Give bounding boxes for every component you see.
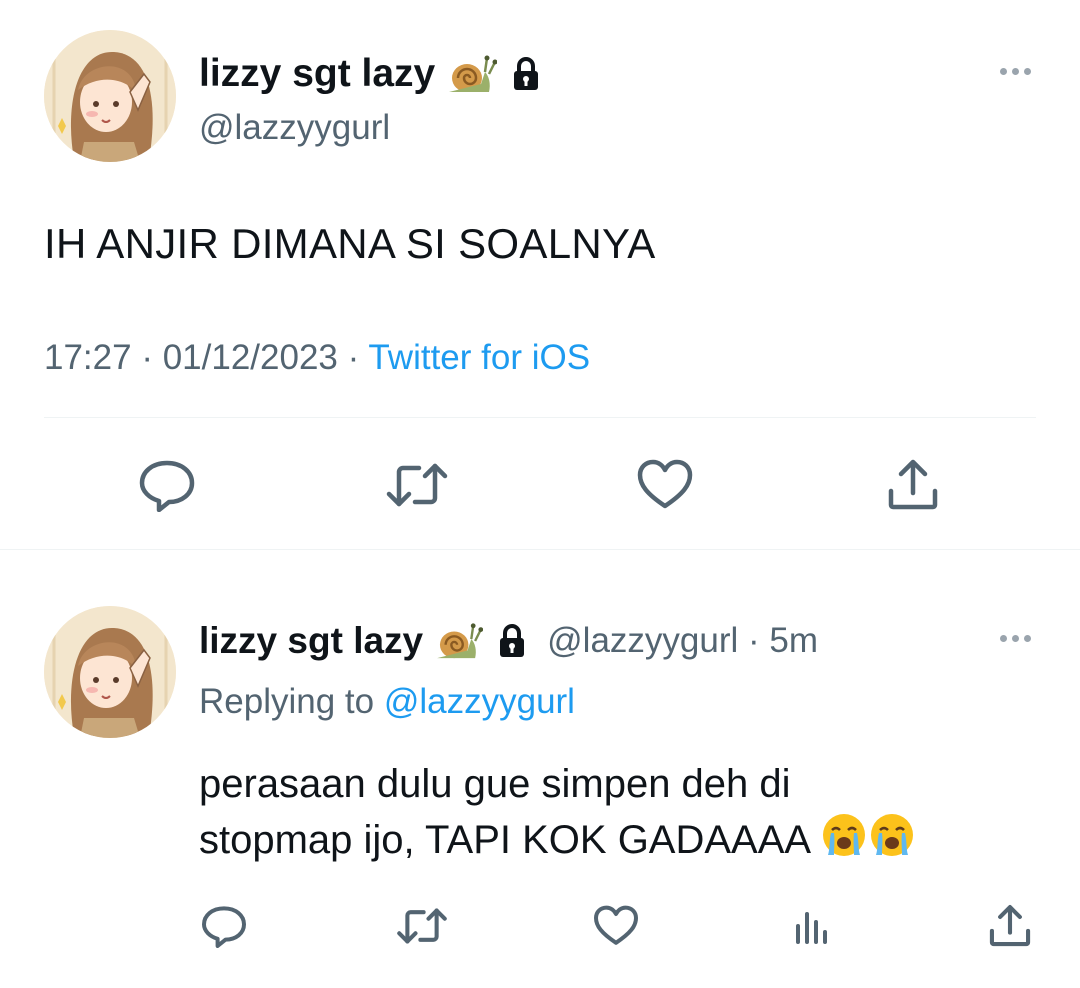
reply-display-name[interactable]: lizzy sgt lazy [199, 620, 423, 662]
like-icon [594, 905, 638, 945]
reply-text-line-2: stopmap ijo, TAPI KOK GADAAAA [199, 811, 1019, 873]
retweet-icon [397, 908, 447, 944]
author-name-row: lizzy sgt lazy [199, 50, 541, 98]
separator: · [337, 338, 369, 377]
snail-emoji-icon [433, 622, 484, 660]
share-icon [989, 905, 1031, 947]
replying-to-mention[interactable]: @lazzyygurl [384, 682, 575, 721]
more-options-icon[interactable] [1000, 68, 1031, 75]
author-display-name[interactable]: lizzy sgt lazy [199, 52, 435, 96]
reply-name-row: lizzy sgt lazy @lazzyygurl · 5m [199, 617, 818, 665]
tweet-text: IH ANJIR DIMANA SI SOALNYA [44, 220, 656, 267]
tweet-time[interactable]: 17:27 [44, 338, 132, 377]
replying-to-label: Replying to [199, 682, 384, 721]
like-icon [637, 459, 693, 509]
like-button[interactable] [628, 452, 702, 518]
reply-reply-button[interactable] [192, 896, 256, 956]
retweet-button[interactable] [380, 452, 454, 518]
tweet-source-link[interactable]: Twitter for iOS [368, 338, 590, 377]
crying-face-emoji-icon [868, 811, 916, 873]
avatar[interactable] [44, 30, 176, 162]
reply-timestamp[interactable]: 5m [769, 621, 818, 661]
reply-text-line: perasaan dulu gue simpen deh di [199, 762, 791, 806]
reply-retweet-button[interactable] [390, 896, 454, 956]
reply-text-line: stopmap ijo, TAPI KOK GADAAAA [199, 818, 809, 862]
crying-face-emoji-icon [820, 811, 868, 873]
snail-emoji-icon [445, 54, 498, 94]
tweet-date[interactable]: 01/12/2023 [163, 338, 338, 377]
lock-icon [497, 624, 527, 658]
reply-button[interactable] [130, 452, 204, 518]
share-button[interactable] [876, 452, 950, 518]
views-button[interactable] [780, 896, 844, 956]
reply-avatar[interactable] [44, 606, 176, 738]
reply-handle[interactable]: @lazzyygurl [547, 621, 738, 661]
reply-share-button[interactable] [978, 896, 1042, 956]
tweet-meta: 17:27 · 01/12/2023 · Twitter for iOS [44, 338, 590, 378]
separator: · [131, 338, 163, 377]
section-divider [0, 549, 1080, 550]
views-icon [796, 912, 827, 944]
author-handle[interactable]: @lazzyygurl [199, 108, 390, 148]
divider [44, 417, 1036, 418]
separator: · [738, 621, 770, 660]
share-icon [888, 459, 938, 510]
reply-more-options-icon[interactable] [1000, 635, 1031, 642]
reply-like-button[interactable] [584, 896, 648, 956]
retweet-icon [386, 463, 448, 507]
reply-text: perasaan dulu gue simpen deh di stopmap … [199, 757, 1019, 873]
replying-to: Replying to @lazzyygurl [199, 682, 575, 722]
reply-icon [202, 906, 246, 948]
lock-icon [511, 57, 541, 91]
reply-icon [139, 460, 195, 512]
